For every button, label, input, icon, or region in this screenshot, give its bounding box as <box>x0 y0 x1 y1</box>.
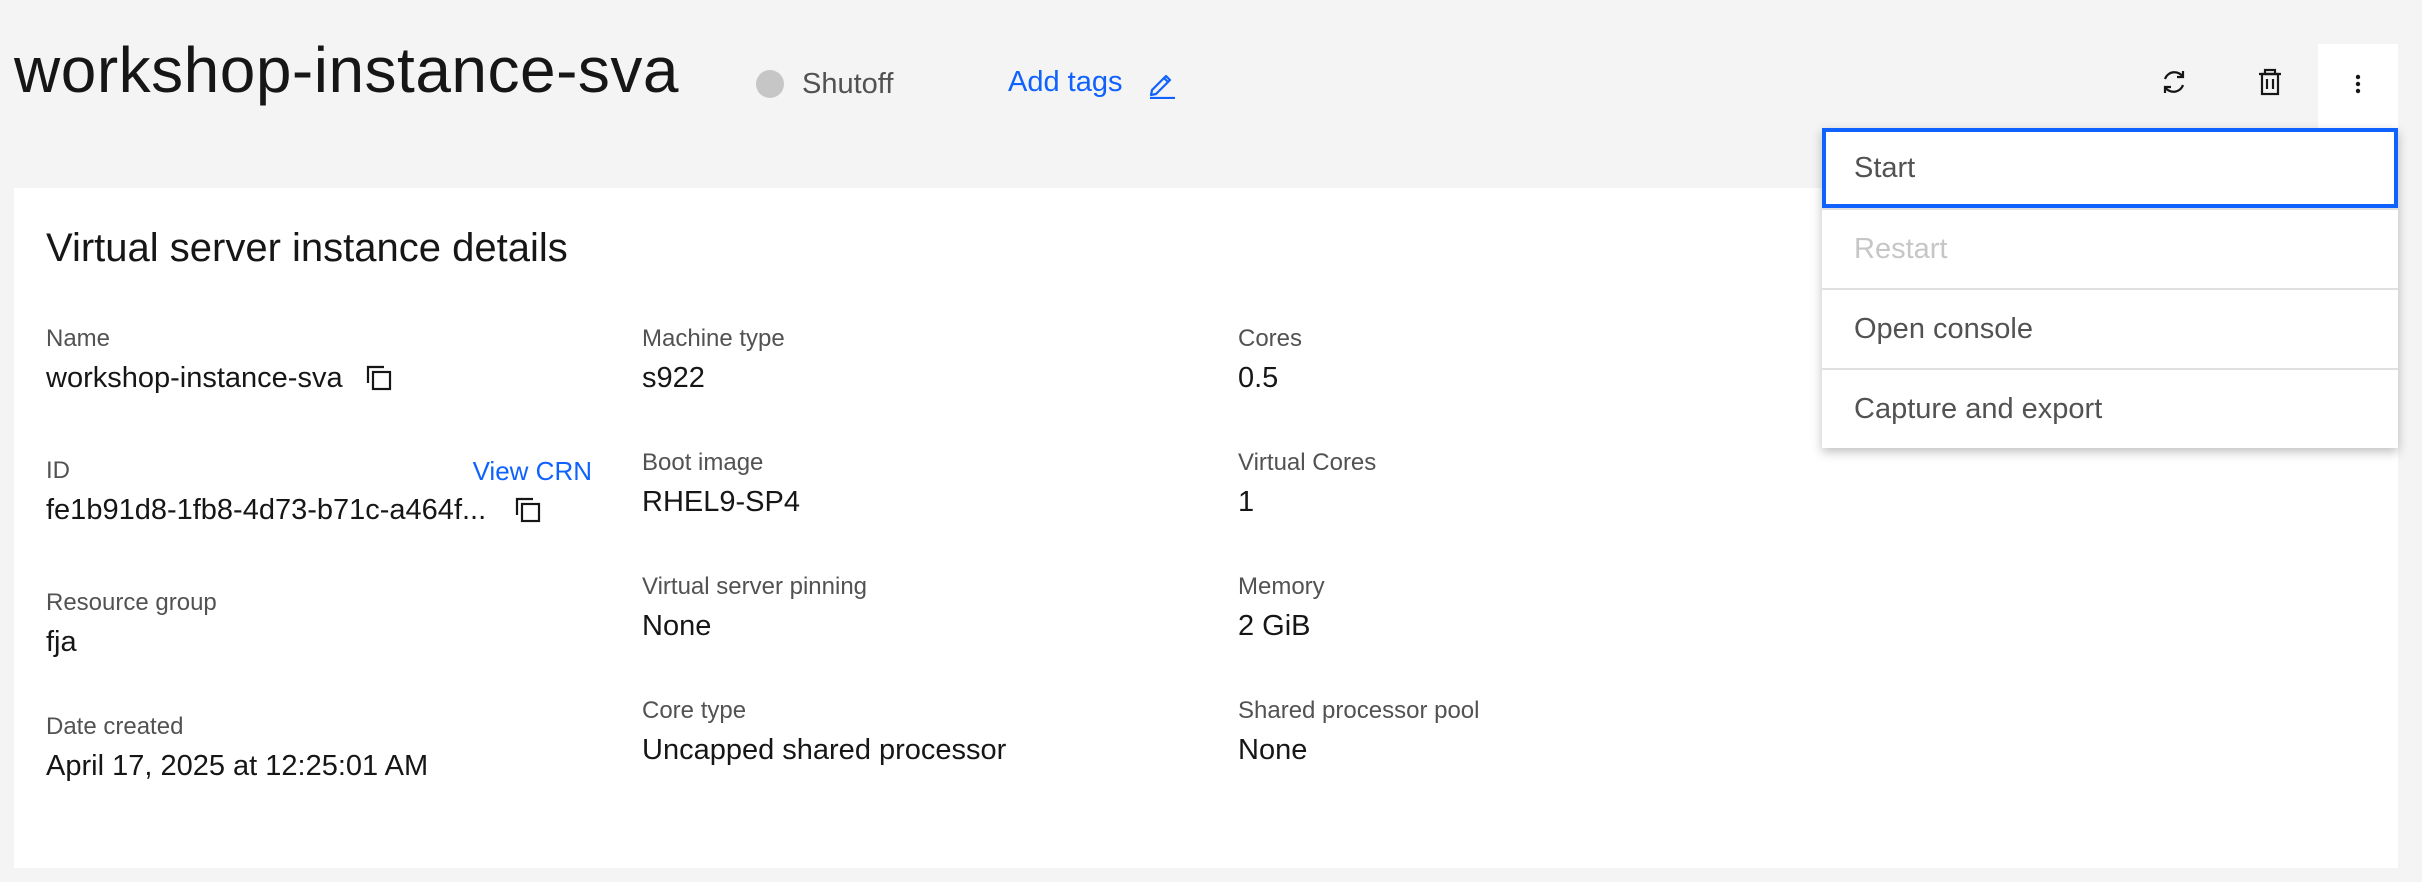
status-dot-icon <box>756 70 784 98</box>
field-label: Shared processor pool <box>1238 697 1480 724</box>
copy-icon[interactable] <box>512 494 544 526</box>
field-resource-group: Resource group fja <box>46 588 606 660</box>
field-shared-processor-pool: Shared processor pool None <box>1238 696 1798 768</box>
view-crn-link[interactable]: View CRN <box>473 456 592 487</box>
details-title: Virtual server instance details <box>46 226 568 270</box>
field-cores: Cores 0.5 <box>1238 324 1798 396</box>
field-id: ID View CRN fe1b91d8-1fb8-4d73-b71c-a464… <box>46 456 592 528</box>
field-name: Name workshop-instance-sva <box>46 324 606 396</box>
page-title: workshop-instance-sva <box>14 34 679 106</box>
overflow-menu: Start Restart Open console Capture and e… <box>1822 128 2398 448</box>
field-label: Core type <box>642 697 747 724</box>
field-label: Resource group <box>46 589 217 616</box>
field-machine-type: Machine type s922 <box>642 324 1202 396</box>
field-value: 1 <box>1238 486 1255 518</box>
field-boot-image: Boot image RHEL9-SP4 <box>642 448 1202 520</box>
field-value: 0.5 <box>1238 362 1279 394</box>
status-label: Shutoff <box>802 67 894 100</box>
field-label: Virtual server pinning <box>642 573 868 600</box>
field-value: RHEL9-SP4 <box>642 486 800 518</box>
status-indicator: Shutoff <box>756 68 893 100</box>
field-label: Boot image <box>642 449 764 476</box>
field-label: Machine type <box>642 325 785 352</box>
field-core-type: Core type Uncapped shared processor <box>642 696 1202 768</box>
field-value: None <box>642 610 712 642</box>
field-date-created: Date created April 17, 2025 at 12:25:01 … <box>46 712 606 784</box>
field-value: 2 GiB <box>1238 610 1311 642</box>
refresh-button[interactable] <box>2134 44 2214 124</box>
field-value: April 17, 2025 at 12:25:01 AM <box>46 750 429 782</box>
add-tags-link[interactable]: Add tags <box>1008 66 1178 99</box>
delete-button[interactable] <box>2230 44 2310 124</box>
id-value: fe1b91d8-1fb8-4d73-b71c-a464f... <box>46 494 487 526</box>
menu-item-open-console[interactable]: Open console <box>1822 288 2398 368</box>
overflow-menu-icon[interactable] <box>2342 68 2374 105</box>
field-memory: Memory 2 GiB <box>1238 572 1798 644</box>
refresh-icon[interactable] <box>2158 66 2190 103</box>
field-value: None <box>1238 734 1308 766</box>
edit-icon[interactable] <box>1146 67 1178 99</box>
name-value: workshop-instance-sva <box>46 362 343 394</box>
field-label: Memory <box>1238 573 1325 600</box>
field-value: s922 <box>642 362 705 394</box>
copy-icon[interactable] <box>363 362 395 394</box>
field-value: fja <box>46 626 77 658</box>
add-tags-label[interactable]: Add tags <box>1008 66 1122 99</box>
menu-item-restart: Restart <box>1822 208 2398 288</box>
field-value: fe1b91d8-1fb8-4d73-b71c-a464f... <box>46 492 592 528</box>
overflow-menu-button[interactable] <box>2318 44 2398 128</box>
field-virtual-cores: Virtual Cores 1 <box>1238 448 1798 520</box>
menu-item-capture-and-export[interactable]: Capture and export <box>1822 368 2398 448</box>
field-value: workshop-instance-sva <box>46 360 606 396</box>
field-label: Virtual Cores <box>1238 449 1377 476</box>
menu-item-start[interactable]: Start <box>1822 128 2398 208</box>
field-label: Name <box>46 325 111 352</box>
field-label: Cores <box>1238 325 1303 352</box>
trash-icon[interactable] <box>2254 66 2286 103</box>
field-value: Uncapped shared processor <box>642 734 1007 766</box>
field-label: Date created <box>46 713 184 740</box>
field-virtual-server-pinning: Virtual server pinning None <box>642 572 1202 644</box>
